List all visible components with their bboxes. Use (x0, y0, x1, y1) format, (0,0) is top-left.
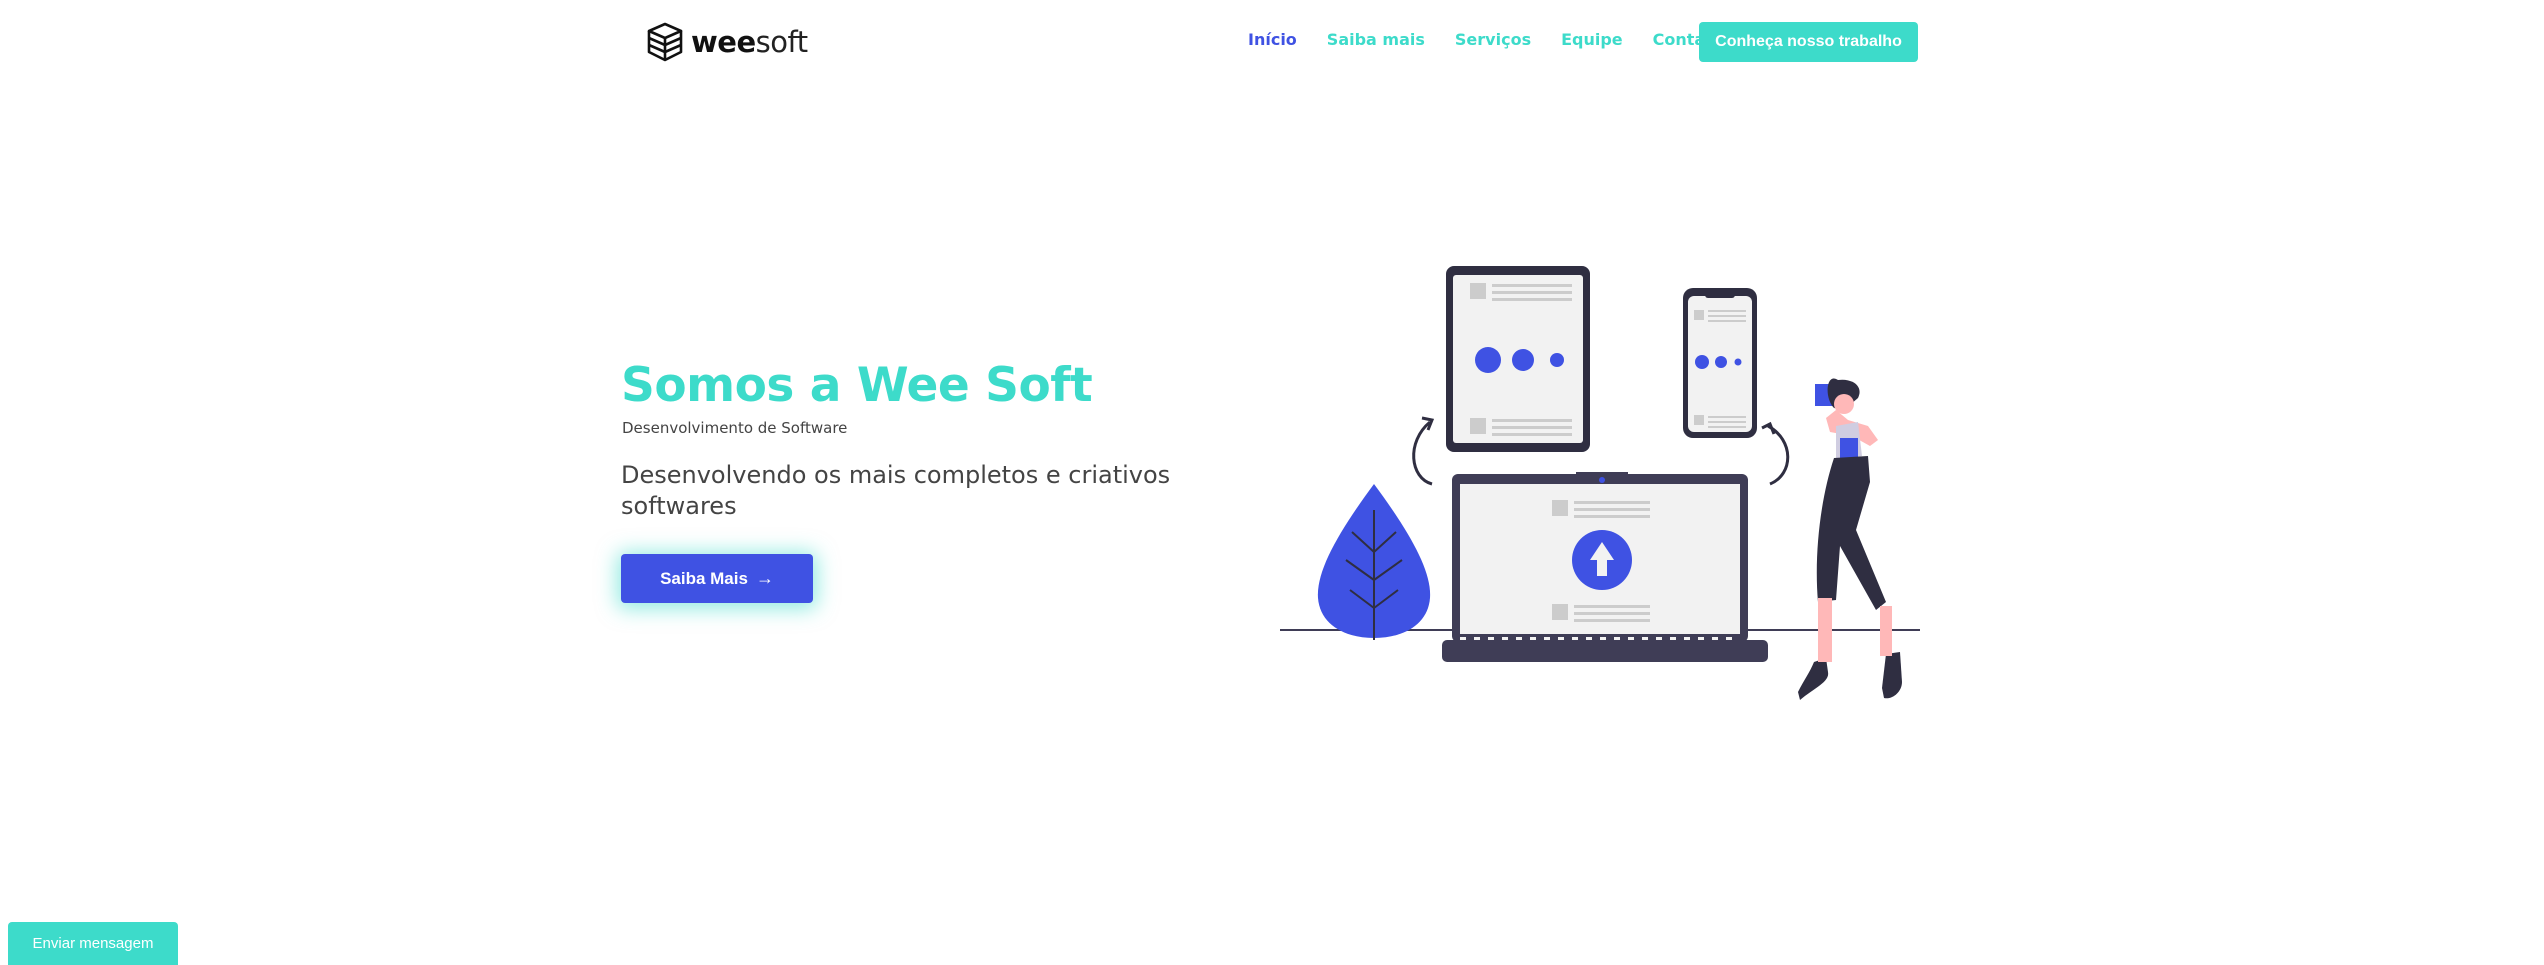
navbar: weesoft Início Saiba mais Serviços Equip… (0, 0, 2544, 84)
nav-link-saiba-mais[interactable]: Saiba mais (1327, 30, 1425, 49)
phone-device-icon (1683, 288, 1757, 438)
brand-name-bold: wee (691, 25, 756, 59)
saiba-mais-button-label: Saiba Mais (660, 568, 748, 588)
brand-logo[interactable]: weesoft (645, 22, 808, 62)
hero-subtitle: Desenvolvimento de Software (622, 419, 848, 437)
portfolio-cta-button[interactable]: Conheça nosso trabalho (1699, 22, 1918, 62)
hero-description: Desenvolvendo os mais completos e criati… (621, 461, 1171, 520)
brand-name-light: soft (755, 25, 808, 59)
send-message-button[interactable]: Enviar mensagem (8, 922, 178, 965)
nav-link-servicos[interactable]: Serviços (1455, 30, 1531, 49)
person-figure-icon (1798, 378, 1902, 700)
hero-title: Somos a Wee Soft (621, 358, 1093, 413)
tablet-device-icon (1446, 266, 1590, 452)
laptop-device-icon (1442, 472, 1768, 662)
nav-link-equipe[interactable]: Equipe (1561, 30, 1623, 49)
main-nav: Início Saiba mais Serviços Equipe Contat… (1248, 30, 1754, 49)
nav-link-inicio[interactable]: Início (1248, 30, 1297, 49)
arrow-right-icon: → (755, 568, 774, 588)
saiba-mais-button[interactable]: Saiba Mais → (621, 554, 813, 603)
leaf-plant-icon (1317, 484, 1431, 640)
brand-wordmark: weesoft (691, 25, 808, 59)
stacked-boxes-logo-icon (647, 22, 683, 62)
hero-illustration (1280, 266, 1920, 700)
